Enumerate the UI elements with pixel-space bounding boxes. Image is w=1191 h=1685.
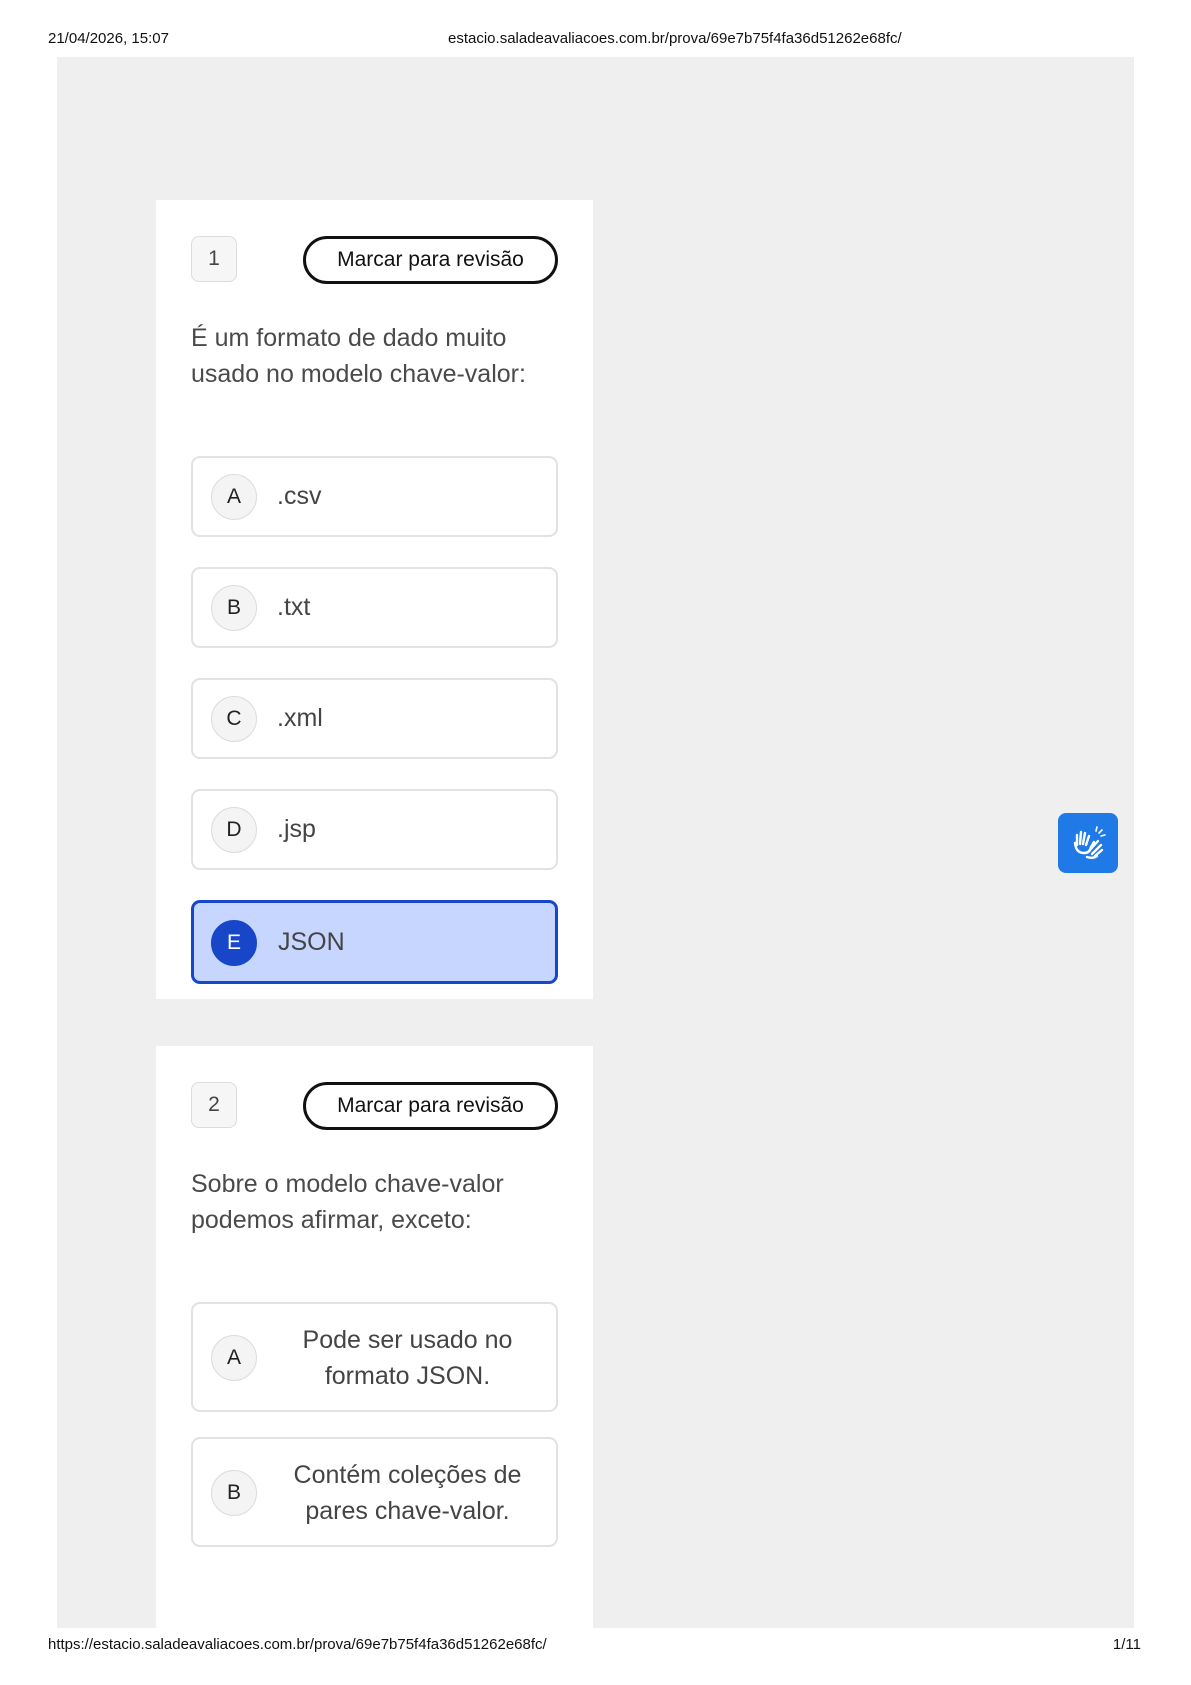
mark-for-review-button[interactable]: Marcar para revisão: [303, 1082, 558, 1130]
option-letter: A: [211, 474, 257, 520]
mark-for-review-button[interactable]: Marcar para revisão: [303, 236, 558, 284]
option-text: .txt: [277, 593, 311, 621]
page-number: 1/11: [1112, 1636, 1141, 1653]
option-a[interactable]: A Pode ser usado no formato JSON.: [191, 1302, 558, 1412]
option-b[interactable]: B Contém coleções de pares chave-valor.: [191, 1437, 558, 1547]
option-c[interactable]: C .xml: [191, 678, 558, 759]
question-card-2: 2 Marcar para revisão Sobre o modelo cha…: [156, 1046, 593, 1628]
option-letter: B: [211, 585, 257, 631]
question-card-1: 1 Marcar para revisão É um formato de da…: [156, 200, 593, 999]
option-e-selected[interactable]: E JSON: [191, 900, 558, 984]
option-letter: D: [211, 807, 257, 853]
option-letter: C: [211, 696, 257, 742]
print-datetime: 21/04/2026, 15:07: [48, 30, 169, 47]
question-text: Sobre o modelo chave-valor podemos afirm…: [191, 1170, 504, 1234]
question-number: 2: [191, 1082, 237, 1128]
option-letter: E: [211, 920, 257, 966]
option-b[interactable]: B .txt: [191, 567, 558, 648]
option-d[interactable]: D .jsp: [191, 789, 558, 870]
option-text: .jsp: [277, 815, 316, 843]
accessibility-sign-language-button[interactable]: [1058, 813, 1118, 873]
exam-page: 1 Marcar para revisão É um formato de da…: [57, 57, 1134, 1628]
option-text: JSON: [278, 928, 345, 956]
question-number: 1: [191, 236, 237, 282]
option-text: Contém coleções de pares chave-valor.: [293, 1461, 522, 1525]
question-text: É um formato de dado muito usado no mode…: [191, 324, 526, 388]
option-a[interactable]: A .csv: [191, 456, 558, 537]
sign-language-hands-icon: [1073, 826, 1106, 859]
option-text: .xml: [277, 704, 323, 732]
option-text: .csv: [277, 482, 322, 510]
option-text: Pode ser usado no formato JSON.: [302, 1326, 513, 1390]
option-letter: B: [211, 1470, 257, 1516]
print-header-url: estacio.saladeavaliacoes.com.br/prova/69…: [448, 30, 902, 47]
option-letter: A: [211, 1335, 257, 1381]
print-footer-url: https://estacio.saladeavaliacoes.com.br/…: [48, 1636, 547, 1653]
